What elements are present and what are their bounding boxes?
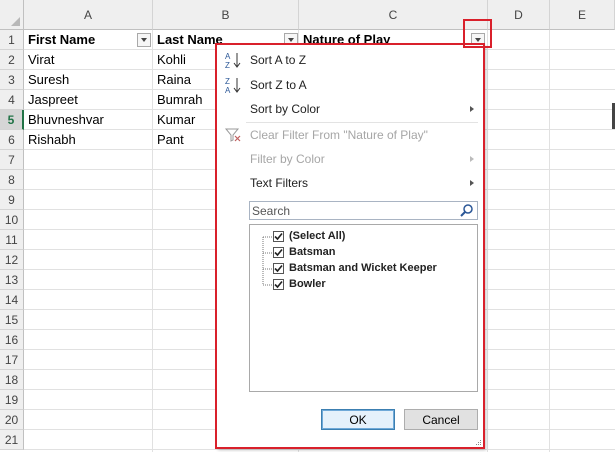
- autofilter-menu: A Z Sort A to Z Z A Sort Z to A Sort by …: [216, 44, 484, 448]
- filter-value-label: Batsman and Wicket Keeper: [289, 262, 437, 274]
- row-header[interactable]: 2: [0, 50, 24, 70]
- row-header[interactable]: 9: [0, 190, 24, 210]
- filter-dropdown-first-name[interactable]: [137, 33, 151, 47]
- row-header[interactable]: 20: [0, 410, 24, 430]
- svg-text:A: A: [225, 52, 231, 61]
- column-label: A: [83, 7, 92, 22]
- checkbox[interactable]: [273, 231, 284, 242]
- row-header[interactable]: 21: [0, 430, 24, 450]
- row-header[interactable]: 7: [0, 150, 24, 170]
- menu-item-label: Sort by Color: [250, 102, 321, 116]
- cell-last-name[interactable]: Kohli: [153, 50, 215, 70]
- svg-text:A: A: [225, 86, 231, 94]
- clear-filter-item: Clear Filter From "Nature of Play": [216, 124, 482, 146]
- row-header[interactable]: 18: [0, 370, 24, 390]
- menu-item-label: Clear Filter From "Nature of Play": [250, 128, 428, 142]
- column-label: E: [577, 7, 586, 22]
- column-header-e[interactable]: E: [550, 0, 615, 30]
- sort-descending-icon: Z A: [225, 77, 241, 94]
- chevron-down-icon: [475, 38, 481, 42]
- column-label: C: [388, 7, 398, 22]
- row-header[interactable]: 5: [0, 110, 24, 130]
- row-header[interactable]: 1: [0, 30, 24, 50]
- cell-last-name[interactable]: Pant: [153, 130, 215, 150]
- column-header-b[interactable]: B: [153, 0, 299, 30]
- row-header[interactable]: 11: [0, 230, 24, 250]
- cell-first-name[interactable]: Rishabh: [24, 130, 152, 150]
- cell-first-name[interactable]: Suresh: [24, 70, 152, 90]
- row-header[interactable]: 8: [0, 170, 24, 190]
- menu-separator: [246, 122, 478, 123]
- row-header[interactable]: 14: [0, 290, 24, 310]
- row-header[interactable]: 12: [0, 250, 24, 270]
- checkbox[interactable]: [273, 247, 284, 258]
- row-header[interactable]: 16: [0, 330, 24, 350]
- sort-a-to-z-item[interactable]: A Z Sort A to Z: [216, 49, 482, 71]
- cancel-button[interactable]: Cancel: [404, 409, 478, 430]
- sort-z-to-a-item[interactable]: Z A Sort Z to A: [216, 74, 482, 96]
- svg-text:Z: Z: [225, 77, 230, 86]
- chevron-down-icon: [141, 38, 147, 42]
- menu-item-label: Sort Z to A: [250, 78, 307, 92]
- search-icon: [460, 204, 473, 217]
- row-header[interactable]: 10: [0, 210, 24, 230]
- filter-search-box[interactable]: [249, 201, 478, 220]
- resize-grip-icon[interactable]: [476, 440, 482, 446]
- cell-last-name[interactable]: Bumrah: [153, 90, 215, 110]
- filter-value-label: Bowler: [289, 278, 326, 290]
- checkbox[interactable]: [273, 279, 284, 290]
- column-gridline: [487, 30, 488, 452]
- submenu-arrow-icon: [470, 106, 474, 112]
- menu-item-label: Text Filters: [250, 176, 309, 190]
- sort-by-color-item[interactable]: Sort by Color: [216, 98, 482, 120]
- cell-first-name[interactable]: Jaspreet: [24, 90, 152, 110]
- filter-by-color-item: Filter by Color: [216, 148, 482, 170]
- filter-search-input[interactable]: [251, 203, 458, 218]
- row-gridline: [24, 449, 615, 450]
- filter-values-list[interactable]: (Select All) Batsman Batsman and Wicket …: [249, 224, 478, 392]
- cell-first-name[interactable]: Bhuvneshvar: [24, 110, 152, 130]
- checkmark-icon: [274, 248, 283, 257]
- column-header-a[interactable]: A: [24, 0, 153, 30]
- select-all-corner[interactable]: [0, 0, 24, 30]
- row-header[interactable]: 19: [0, 390, 24, 410]
- svg-text:Z: Z: [225, 61, 230, 69]
- row-header[interactable]: 15: [0, 310, 24, 330]
- row-header[interactable]: 3: [0, 70, 24, 90]
- header-first-name[interactable]: First Name: [24, 30, 136, 50]
- column-header-d[interactable]: D: [488, 0, 550, 30]
- row-header[interactable]: 17: [0, 350, 24, 370]
- ok-button[interactable]: OK: [321, 409, 395, 430]
- checkbox[interactable]: [273, 263, 284, 274]
- submenu-arrow-icon: [470, 180, 474, 186]
- text-filters-item[interactable]: Text Filters: [216, 172, 482, 194]
- row-header[interactable]: 13: [0, 270, 24, 290]
- submenu-arrow-icon: [470, 156, 474, 162]
- row-header[interactable]: 6: [0, 130, 24, 150]
- cell-last-name[interactable]: Kumar: [153, 110, 215, 130]
- filter-value-label: (Select All): [289, 230, 346, 242]
- checkmark-icon: [274, 232, 283, 241]
- column-header-c[interactable]: C: [299, 0, 488, 30]
- row-header[interactable]: 4: [0, 90, 24, 110]
- clear-filter-icon: [224, 128, 241, 142]
- column-label: D: [514, 7, 523, 22]
- filter-value-label: Batsman: [289, 246, 336, 258]
- chevron-down-icon: [288, 38, 294, 42]
- checkmark-icon: [274, 280, 283, 289]
- column-label: B: [221, 7, 230, 22]
- cell-last-name[interactable]: Raina: [153, 70, 215, 90]
- menu-item-label: Filter by Color: [250, 152, 325, 166]
- sort-ascending-icon: A Z: [225, 52, 241, 69]
- menu-item-label: Sort A to Z: [250, 53, 307, 67]
- cell-first-name[interactable]: Virat: [24, 50, 152, 70]
- column-gridline: [549, 30, 550, 452]
- checkmark-icon: [274, 264, 283, 273]
